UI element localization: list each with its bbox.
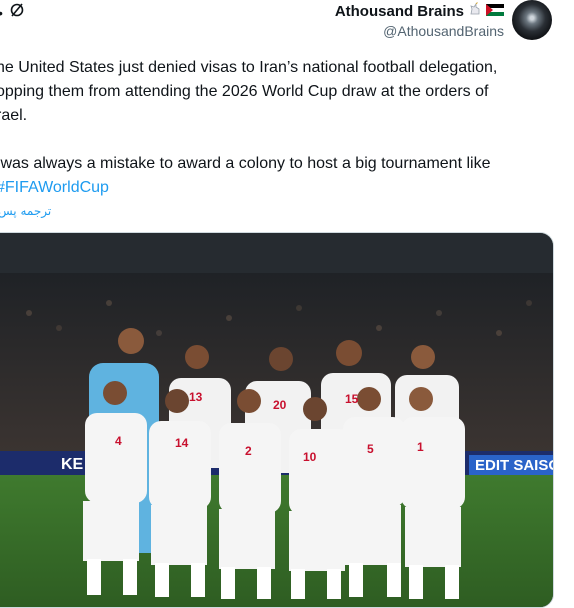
tweet-line-5: was always a mistake to award a colony t… (0, 155, 491, 172)
flag-icon (486, 2, 504, 21)
avatar[interactable] (512, 0, 552, 40)
tweet-text: he United States just denied visas to Ir… (0, 56, 556, 200)
jersey-number: 1 (417, 440, 424, 454)
billboard-left-text: KE (61, 456, 84, 473)
jersey-number: 14 (175, 436, 189, 450)
jersey-number: 2 (245, 444, 252, 458)
tweet-top-icons: • (0, 2, 25, 23)
jersey-number: 5 (367, 442, 374, 456)
author-header: Athousand Brains @AthousandBrains (335, 0, 552, 40)
translate-link[interactable]: ترجمه پس (0, 204, 51, 218)
author-handle[interactable]: @AthousandBrains (335, 22, 504, 40)
jersey-number: 4 (115, 434, 122, 448)
separator-dot: • (0, 5, 3, 21)
hashtag-link[interactable]: #FIFAWorldCup (0, 179, 109, 196)
author-display-name-row[interactable]: Athousand Brains (335, 2, 504, 21)
author-display-name[interactable]: Athousand Brains (335, 2, 464, 21)
tweet-line-1: he United States just denied visas to Ir… (0, 59, 498, 76)
tweet-photo[interactable]: KE EDIT SAISO 13 20 15 4 14 2 10 5 1 (0, 232, 554, 608)
jersey-number: 15 (345, 392, 359, 406)
tweet-line-2: opping them from attending the 2026 Worl… (0, 83, 489, 100)
jersey-number: 13 (189, 390, 203, 404)
jersey-number: 20 (273, 398, 287, 412)
stadium-roof (0, 233, 553, 273)
grok-icon[interactable] (9, 2, 25, 23)
tweet-line-3: rael. (0, 107, 28, 124)
jersey-number: 10 (303, 450, 317, 464)
billboard-right-text: EDIT SAISO (475, 457, 553, 474)
hashtag-text: FIFAWorldCup (4, 179, 109, 196)
unicorn-emoji-icon (468, 2, 482, 21)
